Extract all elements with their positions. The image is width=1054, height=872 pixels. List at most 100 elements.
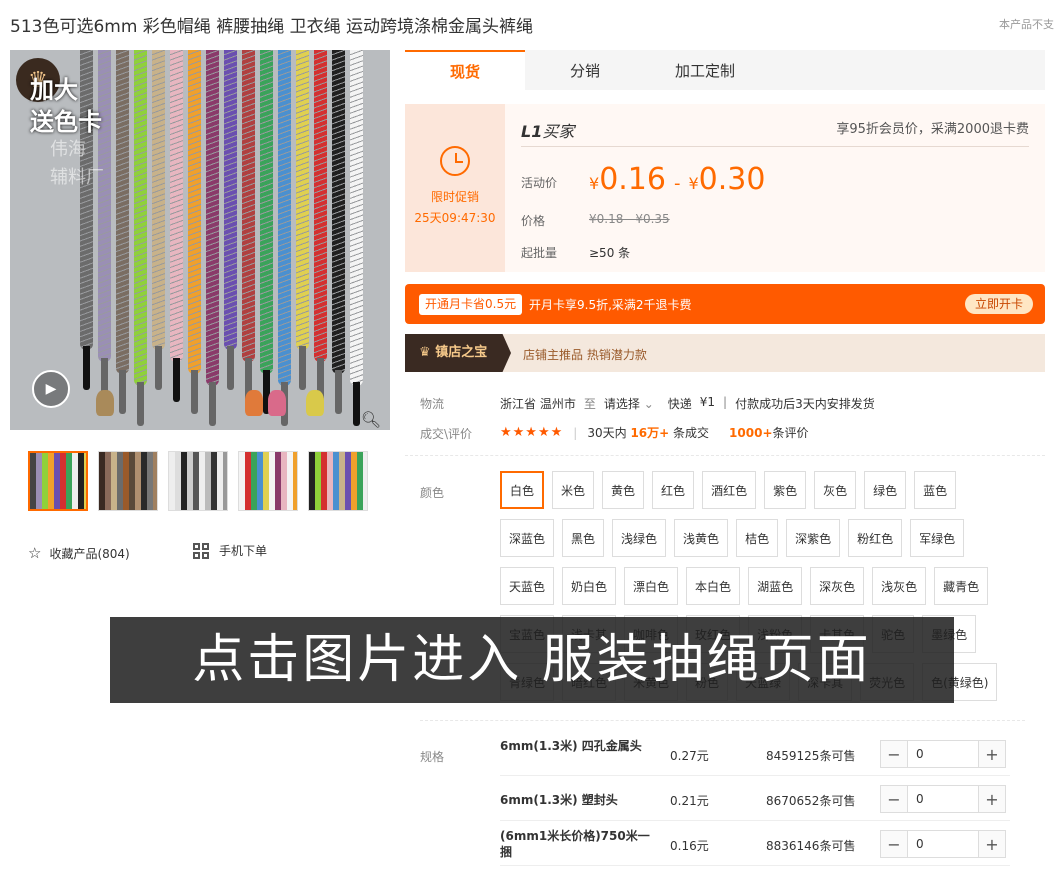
shipping-note: 付款成功后3天内安排发货 <box>735 397 875 411</box>
color-option[interactable]: 深灰色 <box>810 567 865 605</box>
minus-button[interactable]: − <box>881 741 907 767</box>
shipping-method: 快递 <box>667 397 692 411</box>
logistics-row: 浙江省 温州市 至 请选择 ⌄ 快递 ¥1 | 付款成功后3天内安排发货 <box>500 395 875 412</box>
color-option[interactable]: 蓝色 <box>914 471 957 509</box>
rope-strand <box>206 50 219 386</box>
tab-distribution[interactable]: 分销 <box>525 50 645 90</box>
metal-tip <box>155 346 162 390</box>
member-tip: 享95折会员价，采满2000退卡费 <box>836 122 1029 137</box>
color-option[interactable]: 酒红色 <box>702 471 757 509</box>
color-option[interactable]: 白色 <box>500 471 545 509</box>
plus-button[interactable]: + <box>979 741 1005 767</box>
play-icon[interactable]: ▶ <box>32 370 70 408</box>
tassel <box>245 390 263 416</box>
rope-strand <box>278 50 291 386</box>
price-dash: - <box>673 173 681 194</box>
color-option[interactable]: 浅黄色 <box>674 519 729 557</box>
spec-name: 6mm(1.3米) 四孔金属头 <box>500 739 642 753</box>
star-outline-icon: ☆ <box>28 544 42 562</box>
quantity-input[interactable]: 0 <box>907 786 979 812</box>
open-card-button[interactable]: 立即开卡 <box>964 294 1033 314</box>
rope-strand <box>350 50 363 386</box>
spec-price: 0.21元 <box>670 794 709 808</box>
product-title: 513色可选6mm 彩色帽绳 裤腰抽绳 卫衣绳 运动跨境涤棉金属头裤绳 <box>10 17 533 37</box>
zoom-icon[interactable]: 🔍︎ <box>360 408 382 430</box>
color-option[interactable]: 天蓝色 <box>500 567 555 605</box>
moq-label: 起批量 <box>521 246 558 260</box>
spec-stock: 8670652条可售 <box>766 794 856 808</box>
thumbnail[interactable] <box>168 451 228 511</box>
color-option[interactable]: 漂白色 <box>624 567 679 605</box>
card-text: 开月卡享9.5折,采满2千退卡费 <box>529 298 692 312</box>
mobile-order-button[interactable]: 手机下单 <box>193 542 267 559</box>
favorite-button[interactable]: ☆ 收藏产品(804) <box>28 544 130 562</box>
rope-strand <box>332 50 345 374</box>
thumbnail[interactable] <box>98 451 158 511</box>
metal-tip <box>191 370 198 414</box>
color-option[interactable]: 灰色 <box>814 471 857 509</box>
quantity-input[interactable]: 0 <box>907 741 979 767</box>
color-option[interactable]: 浅绿色 <box>612 519 667 557</box>
overlay-banner[interactable]: 点击图片进入 服装抽绳页面 <box>110 617 954 703</box>
currency-symbol: ¥ <box>589 174 600 193</box>
thumbnail[interactable] <box>308 451 368 511</box>
crown-icon: ♛ <box>419 345 436 360</box>
rope-strand <box>188 50 201 374</box>
rope-strand <box>260 50 273 374</box>
divider-bar: | <box>573 425 578 440</box>
minus-button[interactable]: − <box>881 786 907 812</box>
spec-label: 规格 <box>420 750 445 764</box>
quantity-stepper[interactable]: −0 + <box>880 785 1006 813</box>
quantity-stepper[interactable]: −0 + <box>880 740 1006 768</box>
color-option[interactable]: 黑色 <box>562 519 605 557</box>
thumbnail[interactable] <box>238 451 298 511</box>
spec-stock: 8459125条可售 <box>766 749 856 763</box>
shipping-fee: ¥1 <box>699 395 716 409</box>
metal-tip <box>83 346 90 390</box>
metal-tip <box>227 346 234 390</box>
color-option[interactable]: 粉红色 <box>848 519 903 557</box>
color-option[interactable]: 紫色 <box>764 471 807 509</box>
color-option[interactable]: 黄色 <box>602 471 645 509</box>
metal-tip <box>173 358 180 402</box>
color-option[interactable]: 桔色 <box>736 519 779 557</box>
price-high: 0.30 <box>698 162 766 197</box>
color-option[interactable]: 米色 <box>552 471 595 509</box>
watermark-line-2: 辅料厂 <box>50 167 104 188</box>
thumbnail[interactable] <box>28 451 88 511</box>
color-option[interactable]: 深蓝色 <box>500 519 555 557</box>
reviews-link[interactable]: 1000+条评价 <box>729 424 808 441</box>
rope-strand <box>242 50 255 362</box>
buyer-level-code: L1 <box>521 122 543 141</box>
store-treasure-bar: ♛ 镇店之宝 店铺主推品 热销潜力款 <box>405 334 1045 372</box>
tab-spot[interactable]: 现货 <box>405 50 525 90</box>
deals-days: 30天内 <box>587 426 627 440</box>
color-option[interactable]: 深紫色 <box>786 519 841 557</box>
month-card-bar[interactable]: 开通月卡省0.5元 开月卡享9.5折,采满2千退卡费 立即开卡 <box>405 284 1045 324</box>
plus-button[interactable]: + <box>979 786 1005 812</box>
metal-tip <box>137 382 144 426</box>
mobile-order-label: 手机下单 <box>219 544 268 558</box>
metal-tip <box>335 370 342 414</box>
color-option[interactable]: 绿色 <box>864 471 907 509</box>
logistics-origin: 浙江省 温州市 <box>500 397 576 411</box>
destination-select[interactable]: 请选择 ⌄ <box>604 395 654 412</box>
minus-button[interactable]: − <box>881 831 907 857</box>
spec-name: (6mm1米长价格)750米一捆 <box>500 829 650 859</box>
quantity-input[interactable]: 0 <box>907 831 979 857</box>
color-option[interactable]: 奶白色 <box>562 567 617 605</box>
color-option[interactable]: 本白色 <box>686 567 741 605</box>
tab-custom[interactable]: 加工定制 <box>645 50 765 90</box>
quantity-stepper[interactable]: −0 + <box>880 830 1006 858</box>
color-option[interactable]: 藏青色 <box>934 567 989 605</box>
color-option[interactable]: 军绿色 <box>910 519 965 557</box>
color-option[interactable]: 浅灰色 <box>872 567 927 605</box>
treasure-text: 店铺主推品 热销潜力款 <box>523 348 647 362</box>
main-product-image[interactable]: ♛ 加大 送色卡 伟海 辅料厂 ▶ <box>10 50 390 430</box>
color-option[interactable]: 湖蓝色 <box>748 567 803 605</box>
promo-label: 限时促销 <box>430 190 479 204</box>
color-option[interactable]: 红色 <box>652 471 695 509</box>
plus-button[interactable]: + <box>979 831 1005 857</box>
color-label: 颜色 <box>420 486 445 500</box>
logistics-to: 至 <box>583 397 596 411</box>
